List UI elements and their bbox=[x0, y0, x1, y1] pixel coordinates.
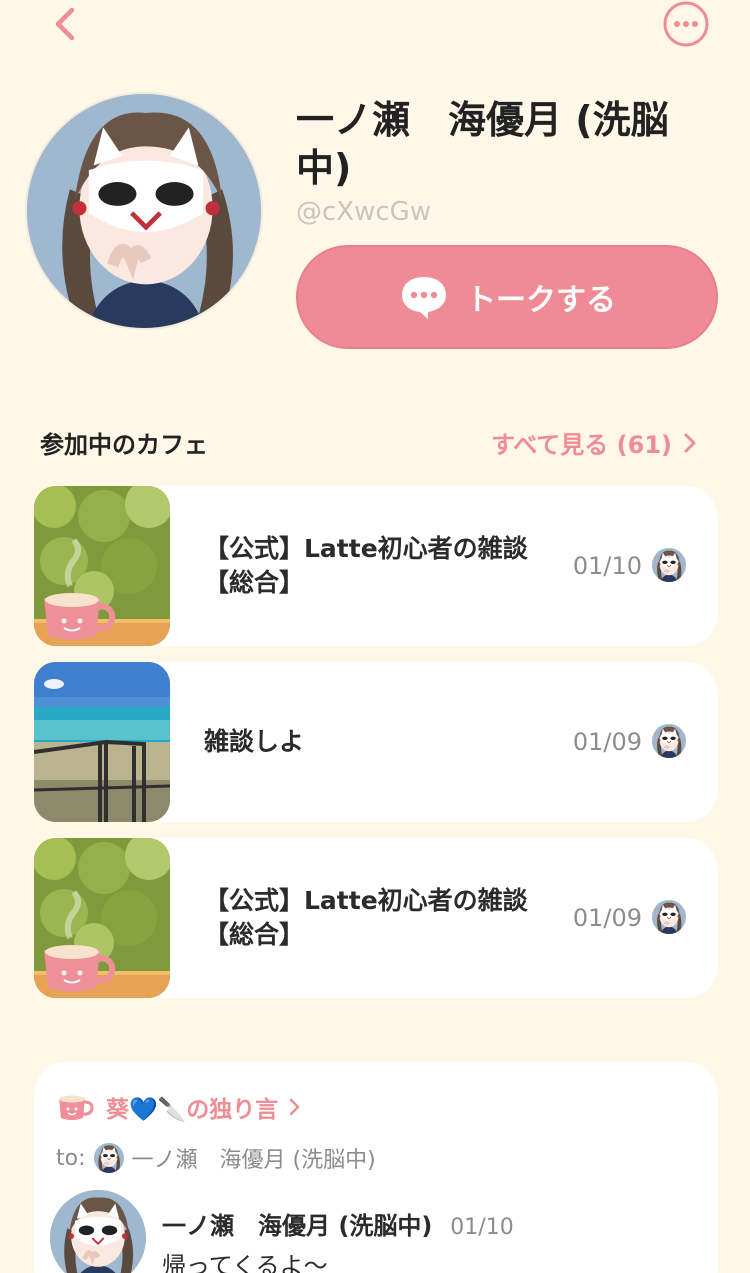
cafe-name: 雑談しよ bbox=[204, 662, 544, 822]
chevron-right-icon bbox=[290, 1098, 300, 1116]
talk-button-label: トークする bbox=[466, 283, 616, 318]
cafe-thumbnail bbox=[34, 486, 170, 646]
more-options-button[interactable] bbox=[662, 0, 710, 48]
cafe-card[interactable]: 雑談しよ 01/09 bbox=[34, 662, 718, 822]
cafe-name-line2: 【総合】 bbox=[204, 568, 305, 597]
cafe-last-date: 01/10 bbox=[572, 552, 642, 580]
post-source-label: 葵💙🔪の独り言 bbox=[106, 1097, 279, 1123]
cafe-member-avatar bbox=[652, 724, 686, 758]
coffee-cup-icon bbox=[59, 1095, 94, 1120]
recipient-name: 一ノ瀬 海優月 (洗脳中) bbox=[131, 1148, 376, 1173]
talk-button[interactable]: トークする bbox=[296, 245, 718, 349]
profile-name: 一ノ瀬 海優月 (洗脳中) bbox=[296, 98, 669, 190]
cafe-name-line1: 【公式】Latte初心者の雑談 bbox=[204, 534, 528, 563]
author-avatar[interactable] bbox=[50, 1190, 146, 1273]
back-button[interactable] bbox=[46, 4, 86, 44]
post-text: 帰ってくるよ〜 bbox=[162, 1252, 328, 1273]
cafe-name: 【公式】Latte初心者の雑談 【総合】 bbox=[204, 486, 544, 646]
post-source-link[interactable]: 葵💙🔪の独り言 bbox=[56, 1090, 302, 1124]
cafe-thumbnail bbox=[34, 838, 170, 998]
see-all-label: すべて見る (61) bbox=[490, 431, 672, 459]
cafe-card[interactable]: 【公式】Latte初心者の雑談 【総合】 01/10 bbox=[34, 486, 718, 646]
recipient-avatar bbox=[93, 1143, 124, 1173]
cafe-member-avatar bbox=[652, 900, 686, 934]
profile-handle: @cXwcGw bbox=[296, 197, 432, 227]
cafes-section-title: 参加中のカフェ bbox=[40, 431, 208, 459]
chat-bubble-icon bbox=[402, 277, 446, 319]
profile-avatar[interactable] bbox=[25, 92, 263, 330]
cafe-member-avatar bbox=[652, 548, 686, 582]
top-bar bbox=[0, 0, 750, 60]
post-recipient: to: 一ノ瀬 海優月 (洗脳中) bbox=[56, 1142, 376, 1174]
cafe-card[interactable]: 【公式】Latte初心者の雑談 【総合】 01/09 bbox=[34, 838, 718, 998]
cafe-name: 【公式】Latte初心者の雑談 【総合】 bbox=[204, 838, 544, 998]
cafe-name-line1: 雑談しよ bbox=[204, 727, 305, 756]
cafe-thumbnail bbox=[34, 662, 170, 822]
cafe-last-date: 01/09 bbox=[572, 728, 642, 756]
cafe-last-date: 01/09 bbox=[572, 904, 642, 932]
more-icon bbox=[663, 1, 709, 47]
post-author-row: 一ノ瀬 海優月 (洗脳中) 01/10 bbox=[162, 1206, 514, 1241]
to-label: to: bbox=[56, 1145, 86, 1171]
chevron-right-icon bbox=[684, 433, 696, 452]
cafe-name-line2: 【総合】 bbox=[204, 920, 305, 949]
chevron-left-icon bbox=[55, 7, 75, 41]
post-author-name: 一ノ瀬 海優月 (洗脳中) bbox=[162, 1212, 433, 1240]
cafe-name-line1: 【公式】Latte初心者の雑談 bbox=[204, 886, 528, 915]
see-all-link[interactable]: すべて見る (61) bbox=[491, 425, 698, 460]
monologue-post-card[interactable]: 葵💙🔪の独り言 to: 一ノ瀬 海優月 (洗脳中) 一ノ瀬 海優月 (洗脳中) … bbox=[34, 1062, 718, 1273]
post-date: 01/10 bbox=[450, 1215, 514, 1240]
